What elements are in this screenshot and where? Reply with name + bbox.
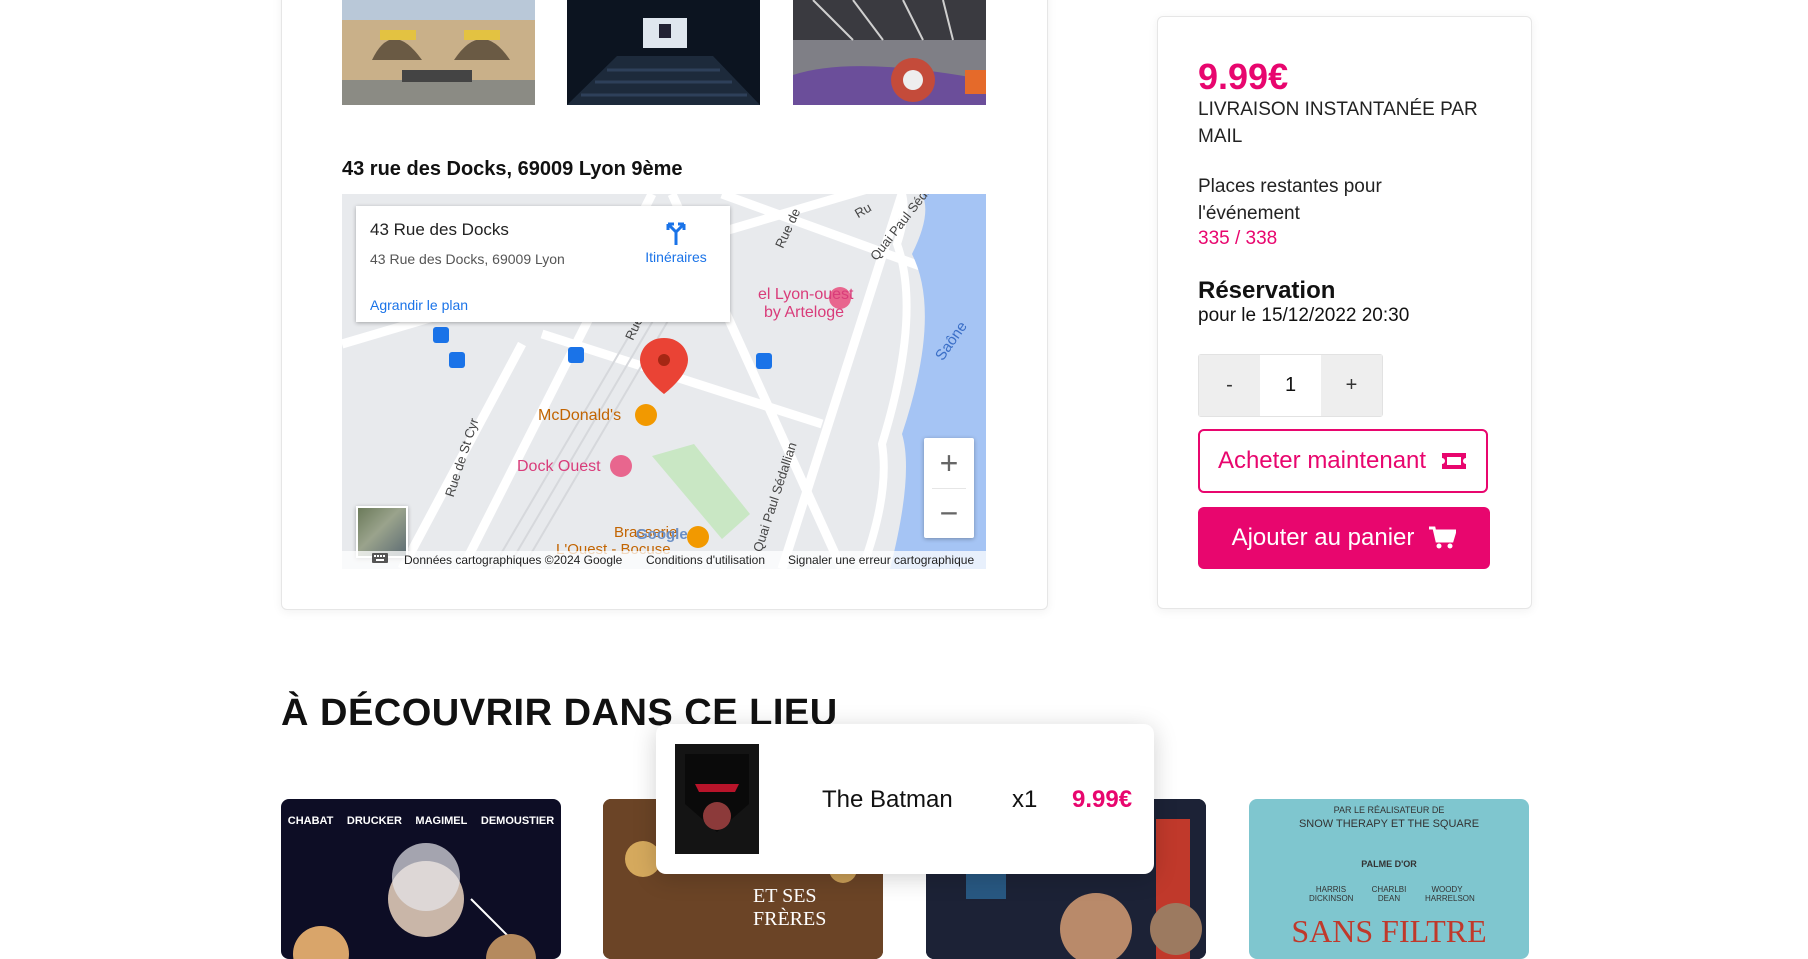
map-info-title: 43 Rue des Docks: [370, 220, 509, 239]
poster-actor-names: HARRIS DICKINSON CHARLBI DEAN WOODY HARR…: [1309, 885, 1475, 903]
zoom-controls: + −: [924, 438, 974, 538]
directions-label: Itinéraires: [645, 249, 707, 265]
map-label-hotel: el Lyon-ouest by Arteloge: [758, 286, 854, 321]
poster-award: PALME D'OR: [1361, 859, 1417, 869]
venue-address: 43 rue des Docks, 69009 Lyon 9ème: [342, 158, 683, 180]
cart-item-name: The Batman: [822, 786, 953, 813]
poster-title: ET SES FRÈRES: [753, 885, 827, 930]
enlarge-map-link[interactable]: Agrandir le plan: [370, 297, 468, 313]
cart-item-price: 9.99€: [1072, 786, 1133, 813]
directions-button[interactable]: Itinéraires: [626, 220, 726, 265]
places-value: 335 / 338: [1198, 228, 1278, 249]
poster-actor-names: CHABAT DRUCKER MAGIMEL DEMOUSTIER: [281, 815, 561, 827]
venue-photo-lobby[interactable]: [793, 0, 986, 105]
movie-poster-card[interactable]: CHABAT DRUCKER MAGIMEL DEMOUSTIER: [281, 799, 561, 959]
reservation-title: Réservation: [1198, 277, 1336, 304]
buy-now-button[interactable]: Acheter maintenant: [1198, 429, 1488, 493]
quantity-decrease-button[interactable]: -: [1199, 355, 1260, 416]
quantity-stepper: - 1 +: [1198, 354, 1383, 417]
directions-icon: [666, 222, 686, 245]
keyboard-icon[interactable]: [372, 552, 388, 567]
add-to-cart-label: Ajouter au panier: [1231, 524, 1415, 551]
google-map[interactable]: el Lyon-ouest by Arteloge McDonald's Doc…: [342, 194, 986, 569]
zoom-separator: [932, 488, 966, 489]
cart-popup[interactable]: The Batman x1 9.99€: [656, 724, 1154, 874]
cart-item-thumbnail: [675, 744, 759, 854]
delivery-info: LIVRAISON INSTANTANÉE PAR MAIL: [1198, 99, 1478, 147]
quantity-increase-button[interactable]: +: [1321, 355, 1382, 416]
add-to-cart-button[interactable]: Ajouter au panier: [1198, 507, 1490, 569]
poster-title: SANS FILTRE: [1291, 913, 1487, 949]
zoom-out-button[interactable]: −: [924, 488, 974, 538]
poster-actor: DEMOUSTIER: [480, 815, 555, 827]
reservation-date: pour le 15/12/2022 20:30: [1198, 305, 1410, 326]
poster-tagline: PAR LE RÉALISATEUR DE: [1333, 805, 1445, 815]
map-label-mcdonalds: McDonald's: [538, 407, 622, 424]
map-report-link[interactable]: Signaler une erreur cartographique: [788, 553, 974, 567]
map-info-address: 43 Rue des Docks, 69009 Lyon: [370, 251, 565, 267]
map-info-window: 43 Rue des Docks 43 Rue des Docks, 69009…: [356, 206, 730, 322]
poster-actor: CHABAT: [287, 815, 334, 827]
poster-artwork: [293, 843, 536, 959]
cart-item-quantity: x1: [1012, 786, 1038, 813]
poster-actor: WOODY HARRELSON: [1425, 885, 1475, 903]
ticket-price: 9.99€: [1198, 56, 1289, 97]
buy-now-label: Acheter maintenant: [1217, 447, 1427, 474]
poster-actor: MAGIMEL: [415, 815, 468, 827]
map-terms-link[interactable]: Conditions d'utilisation: [646, 553, 765, 567]
venue-photo-theater[interactable]: [567, 0, 760, 105]
places-label: Places restantes pour l'événement: [1198, 176, 1382, 224]
quantity-value[interactable]: 1: [1260, 355, 1321, 416]
google-logo: Google: [636, 526, 688, 543]
ticket-icon: [1442, 453, 1467, 469]
movie-poster-card[interactable]: PAR LE RÉALISATEUR DE SNOW THERAPY ET TH…: [1249, 799, 1529, 959]
poster-actor: HARRIS DICKINSON: [1309, 885, 1354, 903]
zoom-in-button[interactable]: +: [924, 438, 974, 488]
poster-actor: DRUCKER: [346, 815, 402, 827]
cart-icon: [1429, 526, 1457, 549]
map-data-credit: Données cartographiques ©2024 Google: [404, 553, 623, 567]
venue-photo-facade[interactable]: [342, 0, 535, 105]
map-label-dock-ouest: Dock Ouest: [517, 458, 601, 475]
poster-actor: CHARLBI DEAN: [1371, 885, 1407, 903]
map-attribution: Données cartographiques ©2024 Google Con…: [342, 551, 986, 569]
poster-tagline: SNOW THERAPY ET THE SQUARE: [1298, 818, 1480, 830]
batman-poster-image: [675, 744, 759, 854]
